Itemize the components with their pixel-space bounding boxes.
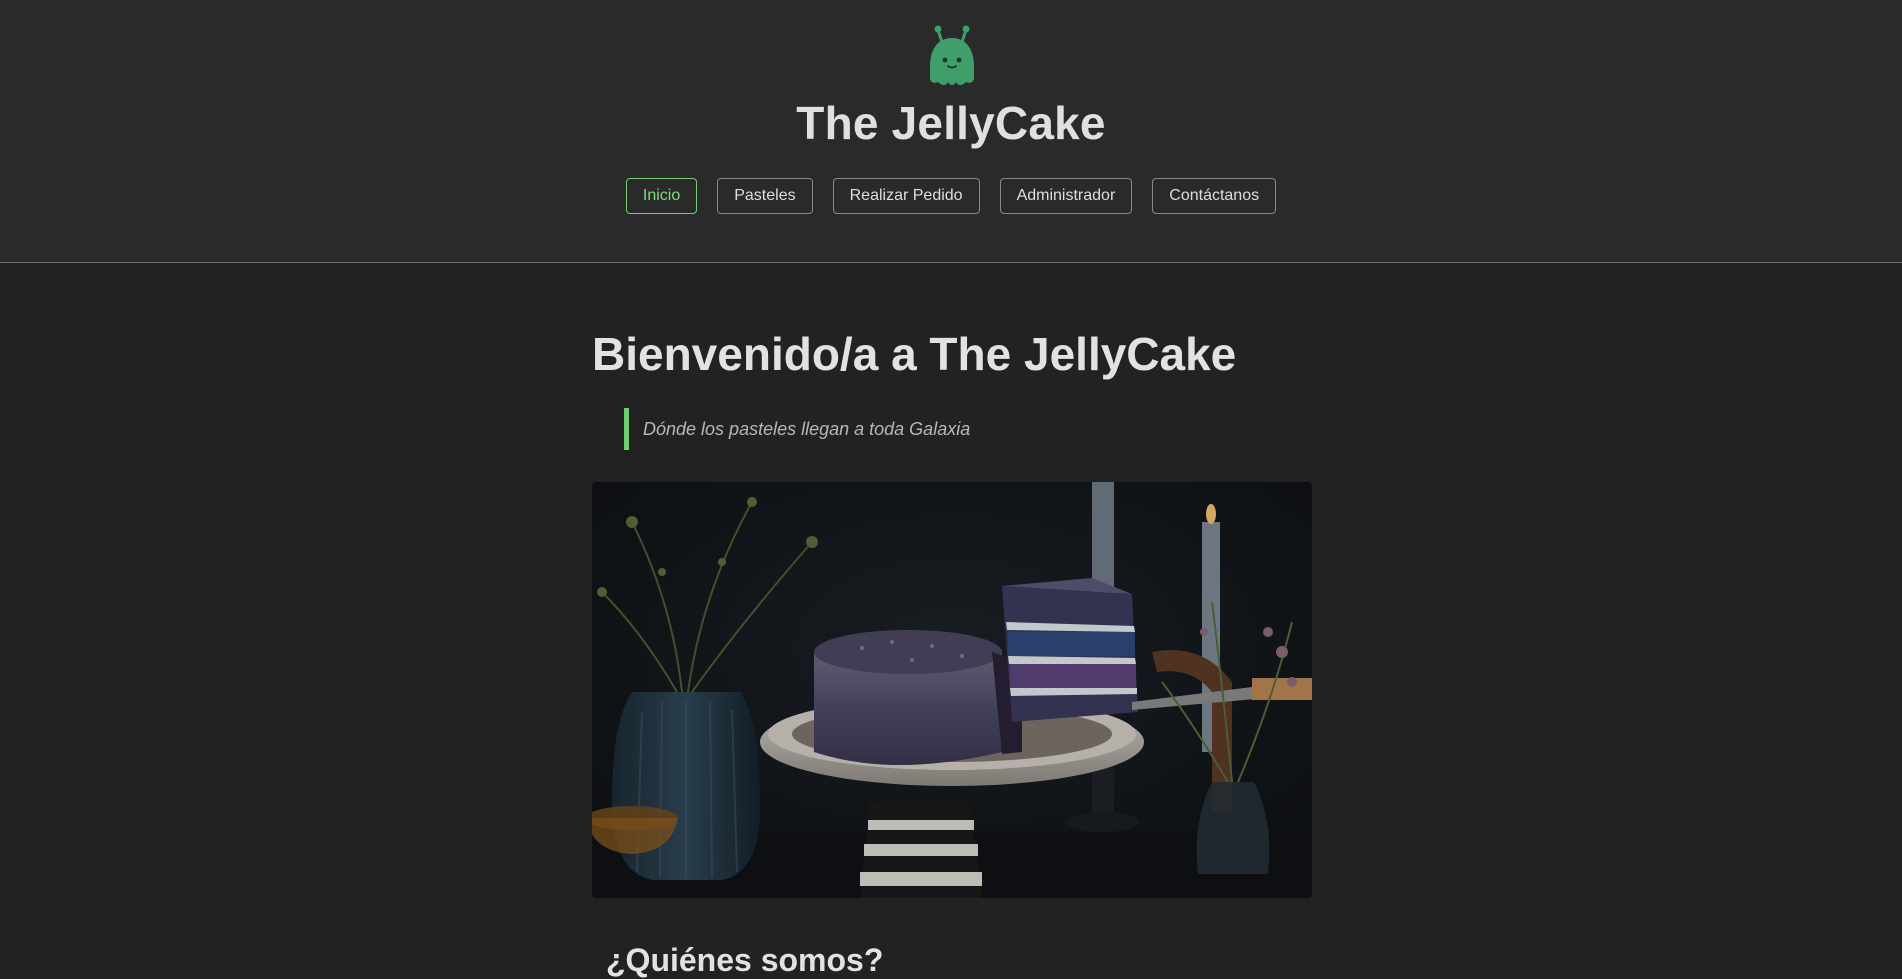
tagline-quote: Dónde los pasteles llegan a toda Galaxia	[624, 408, 970, 450]
nav-pasteles-button[interactable]: Pasteles	[717, 178, 813, 214]
nav-realizar-pedido-button[interactable]: Realizar Pedido	[832, 178, 980, 214]
galaxy-cake-photo	[592, 482, 1312, 898]
nav-inicio-button[interactable]: Inicio	[625, 178, 698, 214]
main-nav: Inicio Pasteles Realizar Pedido Administ…	[0, 178, 1902, 214]
hero-image	[592, 482, 1312, 898]
page-title: Bienvenido/a a The JellyCake	[592, 328, 1237, 380]
nav-administrador-button[interactable]: Administrador	[999, 178, 1133, 214]
site-header: The JellyCake Inicio Pasteles Realizar P…	[0, 0, 1902, 263]
jelly-alien-logo-icon[interactable]	[920, 24, 984, 90]
site-title: The JellyCake	[796, 97, 1106, 149]
nav-contactanos-button[interactable]: Contáctanos	[1152, 178, 1277, 214]
section-heading: ¿Quiénes somos?	[606, 942, 884, 978]
